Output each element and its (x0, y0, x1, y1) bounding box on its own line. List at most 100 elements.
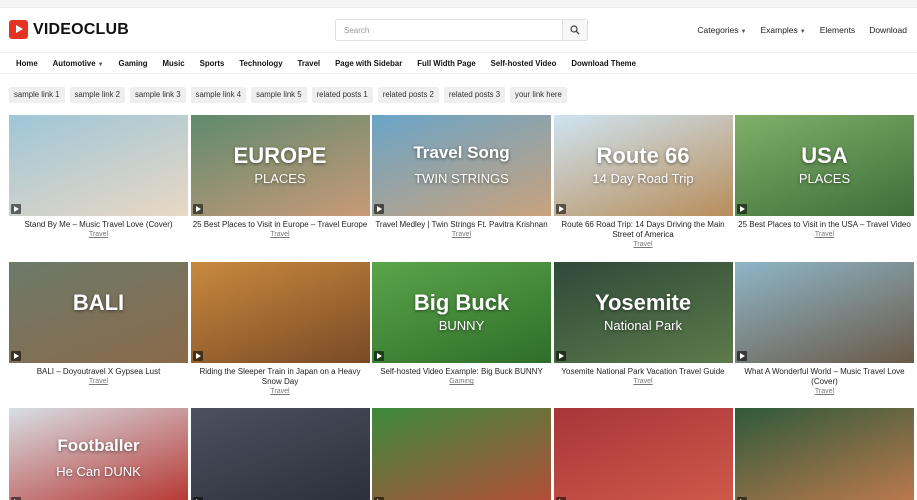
video-card[interactable]: BALI BALI – Doyoutravel X Gypsea Lust Trav… (9, 262, 188, 385)
video-title[interactable]: 25 Best Places to Visit in Europe – Trav… (191, 220, 370, 230)
quick-link-chip[interactable]: sample link 3 (130, 87, 186, 103)
video-thumbnail[interactable]: EUROPE PLACES (190, 115, 370, 216)
search-icon (570, 25, 580, 35)
video-category-link[interactable]: Gaming (372, 378, 551, 385)
nav-item-label: Full Width Page (417, 58, 476, 68)
play-logo-icon (9, 20, 28, 39)
video-category-link[interactable]: Travel (735, 231, 914, 238)
video-category-link[interactable]: Travel (9, 378, 188, 385)
nav-item-travel[interactable]: Travel (298, 59, 321, 68)
video-title[interactable]: 25 Best Places to Visit in the USA – Tra… (735, 220, 914, 230)
video-category-link[interactable]: Travel (9, 231, 188, 238)
video-title[interactable]: BALI – Doyoutravel X Gypsea Lust (9, 367, 188, 377)
thumbnail-title-text: USA (801, 143, 848, 168)
video-title[interactable]: Yosemite National Park Vacation Travel G… (554, 367, 733, 377)
top-strip (0, 0, 917, 8)
nav-item-label: Technology (239, 58, 283, 68)
quick-link-chip[interactable]: sample link 5 (251, 87, 307, 103)
quick-link-chip[interactable]: related posts 1 (311, 87, 373, 103)
video-thumbnail[interactable] (9, 115, 188, 216)
thumbnail-subtitle-text: TWIN STRINGS (414, 171, 509, 186)
video-card[interactable]: EUROPE PLACES 25 Best Places to Visit in E… (190, 115, 370, 238)
video-card[interactable]: Route 66 14 Day Road Trip Route 66 Road Tr… (553, 115, 733, 248)
nav-item-home[interactable]: Home (16, 59, 38, 68)
video-thumbnail[interactable]: Big Buck BUNNY (372, 262, 551, 363)
video-category-link[interactable]: Travel (735, 388, 914, 395)
topnav-label: Categories (697, 25, 739, 35)
video-thumbnail[interactable] (735, 408, 914, 500)
video-thumbnail[interactable]: Route 66 14 Day Road Trip (553, 115, 733, 216)
nav-item-music[interactable]: Music (163, 59, 185, 68)
video-category-link[interactable]: Travel (191, 388, 370, 395)
video-title[interactable]: Riding the Sleeper Train in Japan on a H… (191, 367, 370, 387)
quick-link-chip[interactable]: your link here (510, 87, 567, 103)
quick-link-chip[interactable]: related posts 2 (377, 87, 439, 103)
video-thumbnail[interactable] (190, 262, 370, 363)
quick-link-chip[interactable]: sample link 4 (190, 87, 247, 103)
main-nav: Home Automotive ▼ Gaming Music Sports Technolo… (0, 52, 917, 74)
video-card[interactable]: Travel Song TWIN STRINGS Travel Medley | T… (372, 115, 551, 238)
play-icon (11, 351, 21, 361)
search-button[interactable] (562, 20, 587, 40)
quick-link-chip[interactable]: sample link 1 (9, 87, 65, 103)
nav-item-technology[interactable]: Technology (239, 59, 282, 68)
video-title[interactable]: Self-hosted Video Example: Big Buck BUNN… (372, 367, 551, 377)
video-card[interactable]: Footballer He Can DUNK (9, 408, 188, 500)
nav-item-page-with-sidebar[interactable]: Page with Sidebar (335, 59, 402, 68)
video-thumbnail[interactable]: Travel Song TWIN STRINGS (372, 115, 551, 216)
video-card[interactable] (735, 408, 914, 500)
video-thumbnail[interactable]: USA PLACES (735, 115, 914, 216)
video-card[interactable]: Big Buck BUNNY Self-hosted Video Example: … (372, 262, 551, 385)
video-card[interactable]: What A Wonderful World – Music Travel Lo… (735, 262, 914, 395)
thumbnail-title-text: Footballer (57, 436, 140, 455)
nav-item-label: Music (162, 58, 185, 68)
video-category-link[interactable]: Travel (372, 231, 551, 238)
nav-item-download-theme[interactable]: Download Theme (571, 59, 636, 68)
video-thumbnail[interactable] (190, 408, 370, 500)
video-category-link[interactable]: Travel (554, 378, 733, 385)
nav-item-sports[interactable]: Sports (200, 59, 225, 68)
site-header: VIDEOCLUB Categories▼ Examples▼ Elements Do… (0, 8, 917, 52)
site-logo[interactable]: VIDEOCLUB (9, 20, 129, 39)
topnav-examples[interactable]: Examples ▼ (760, 25, 805, 35)
video-title[interactable]: Travel Medley | Twin Strings Ft. Pavitra… (372, 220, 551, 230)
search-box (335, 19, 588, 41)
video-card[interactable]: Stand By Me – Music Travel Love (Cover) T… (9, 115, 188, 238)
quick-link-chip[interactable]: related posts 3 (443, 87, 506, 103)
thumbnail-title-text: Big Buck (413, 290, 510, 315)
nav-item-automotive[interactable]: Automotive ▼ (53, 59, 104, 68)
play-icon (192, 204, 203, 214)
nav-item-label: Self-hosted Video (490, 58, 557, 68)
video-card[interactable] (553, 408, 733, 500)
video-thumbnail[interactable]: BALI (9, 262, 188, 363)
topnav-download[interactable]: Download (869, 25, 907, 35)
chevron-down-icon: ▼ (740, 29, 747, 35)
video-thumbnail[interactable]: Footballer He Can DUNK (9, 408, 188, 500)
nav-item-full-width-page[interactable]: Full Width Page (417, 59, 475, 68)
video-thumbnail[interactable] (735, 262, 914, 363)
nav-item-label: Sports (199, 58, 225, 68)
play-icon (11, 204, 21, 214)
video-title[interactable]: Route 66 Road Trip: 14 Days Driving the … (554, 220, 733, 240)
nav-item-self-hosted-video[interactable]: Self-hosted Video (491, 59, 557, 68)
video-card[interactable]: Riding the Sleeper Train in Japan on a H… (190, 262, 370, 395)
thumbnail-subtitle-text: PLACES (798, 171, 851, 186)
quick-link-chip[interactable]: sample link 2 (69, 87, 126, 103)
video-thumbnail[interactable] (553, 408, 733, 500)
nav-item-label: Download Theme (571, 58, 636, 68)
video-card[interactable] (372, 408, 551, 500)
video-category-link[interactable]: Travel (191, 231, 370, 238)
video-card[interactable]: USA PLACES 25 Best Places to Visit in the … (735, 115, 914, 238)
video-thumbnail[interactable]: Yosemite National Park (553, 262, 733, 363)
video-thumbnail[interactable] (372, 408, 551, 500)
video-title[interactable]: Stand By Me – Music Travel Love (Cover) (9, 220, 188, 230)
video-card[interactable] (190, 408, 370, 500)
video-card[interactable]: Yosemite National Park Yosemite National P… (553, 262, 733, 385)
nav-item-gaming[interactable]: Gaming (119, 59, 148, 68)
search-input[interactable] (336, 20, 562, 40)
topnav-elements[interactable]: Elements (820, 25, 855, 35)
thumbnail-title-text: Yosemite (594, 290, 692, 315)
video-title[interactable]: What A Wonderful World – Music Travel Lo… (735, 367, 914, 387)
video-category-link[interactable]: Travel (554, 241, 733, 248)
topnav-categories[interactable]: Categories ▼ (697, 25, 746, 35)
